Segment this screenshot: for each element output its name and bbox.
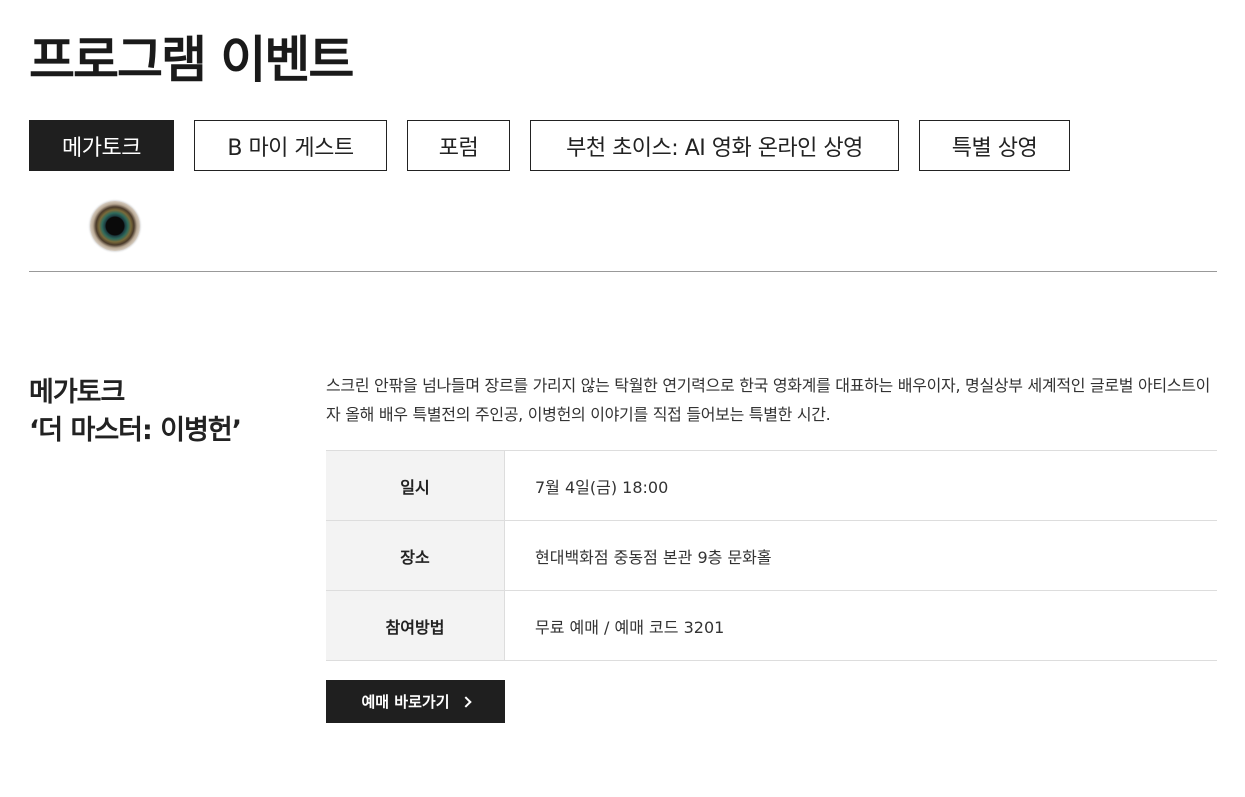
tab-b-my-guest[interactable]: B 마이 게스트 — [194, 120, 387, 171]
page-title: 프로그램 이벤트 — [29, 31, 354, 89]
info-row-datetime: 일시 7월 4일(금) 18:00 — [326, 451, 1217, 521]
event-title-line2: ‘더 마스터: 이병헌’ — [29, 415, 242, 446]
tab-bucheon-choice[interactable]: 부천 초이스: AI 영화 온라인 상영 — [530, 120, 899, 171]
event-info-table: 일시 7월 4일(금) 18:00 장소 현대백화점 중동점 본관 9층 문화홀… — [326, 450, 1217, 661]
info-label: 일시 — [326, 451, 505, 520]
tab-special-screening[interactable]: 특별 상영 — [919, 120, 1070, 171]
info-row-participation: 참여방법 무료 예매 / 예매 코드 3201 — [326, 591, 1217, 661]
eye-icon — [90, 201, 140, 251]
info-label: 장소 — [326, 521, 505, 590]
info-value: 무료 예매 / 예매 코드 3201 — [535, 617, 725, 637]
info-label: 참여방법 — [326, 591, 505, 660]
reserve-button[interactable]: 예매 바로가기 — [326, 680, 505, 723]
tab-bar: 메가토크 B 마이 게스트 포럼 부천 초이스: AI 영화 온라인 상영 특별… — [29, 120, 1070, 171]
reserve-button-label: 예매 바로가기 — [361, 693, 450, 711]
info-row-venue: 장소 현대백화점 중동점 본관 9층 문화홀 — [326, 521, 1217, 591]
event-title-line1: 메가토크 — [29, 377, 125, 408]
info-value: 현대백화점 중동점 본관 9층 문화홀 — [535, 547, 772, 567]
event-description: 스크린 안팎을 넘나들며 장르를 가리지 않는 탁월한 연기력으로 한국 영화계… — [326, 376, 1211, 424]
chevron-right-icon — [459, 695, 472, 708]
tab-megatalk[interactable]: 메가토크 — [29, 120, 174, 171]
tab-forum[interactable]: 포럼 — [407, 120, 510, 171]
divider — [29, 271, 1217, 272]
info-value: 7월 4일(금) 18:00 — [535, 477, 669, 497]
event-title: 메가토크 ‘더 마스터: 이병헌’ — [29, 374, 309, 450]
